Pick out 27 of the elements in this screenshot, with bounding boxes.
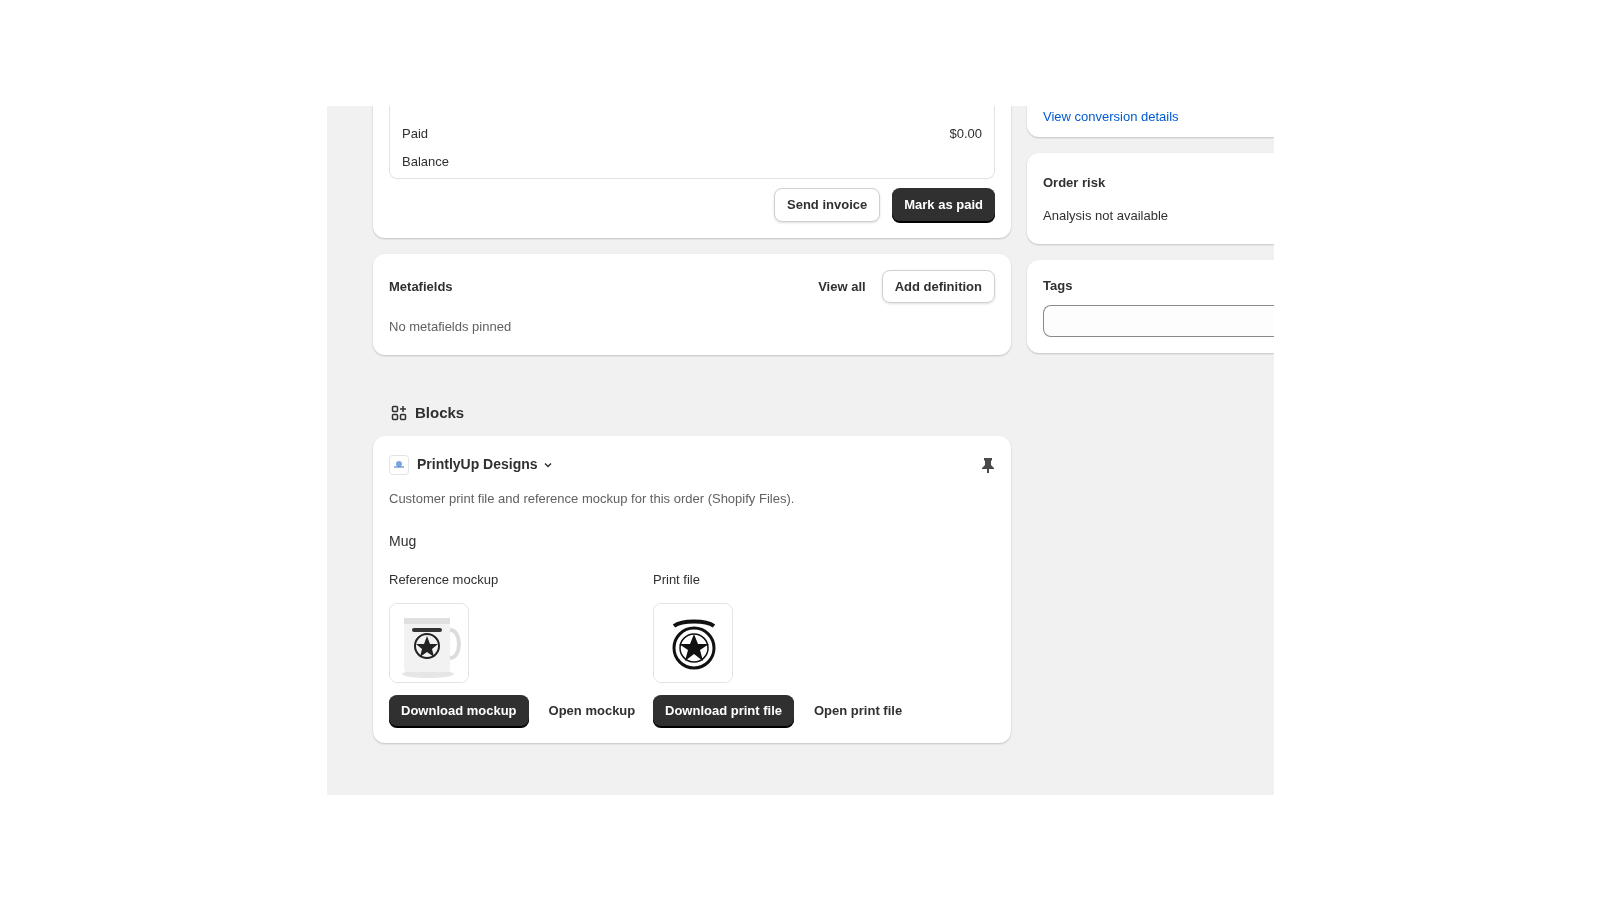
file-label: Print file [653,570,701,589]
tags-input-field[interactable] [1043,305,1274,337]
view-all-link[interactable]: View all [806,272,878,300]
summary-amount: $0.00 [949,125,982,142]
card-title: Order risk [1043,173,1107,192]
summary-label: Paid [402,125,429,142]
card-title: Tags [1043,276,1074,295]
mark-paid-button[interactable]: Mark as paid [892,188,995,222]
open-link[interactable]: Open print file [814,701,903,721]
product-name: Mug [389,531,418,551]
app-name-dropdown[interactable]: PrintlyUp Designs [417,454,554,475]
card-title: Metafields [389,277,453,296]
file-label: Reference mockup [389,570,500,589]
empty-message: No metafields pinned [389,318,513,336]
section-heading: Blocks [415,402,465,423]
pin-icon[interactable] [981,456,995,473]
risk-status-text: Analysis not available [1043,207,1170,225]
app-description: Customer print file and reference mockup for this order (Shopify Files). [389,490,796,508]
send-invoice-button[interactable]: Send invoice [774,188,881,222]
download-button[interactable]: Download print file [653,695,794,727]
blocks-icon [391,404,407,421]
open-link[interactable]: Open mockup [548,701,636,721]
conversion-details-link[interactable]: View conversion details [1043,107,1179,127]
add-definition-button[interactable]: Add definition [881,269,995,303]
summary-label: Balance [402,153,449,170]
app-logo-icon [389,454,409,475]
download-button[interactable]: Download mockup [389,695,529,727]
